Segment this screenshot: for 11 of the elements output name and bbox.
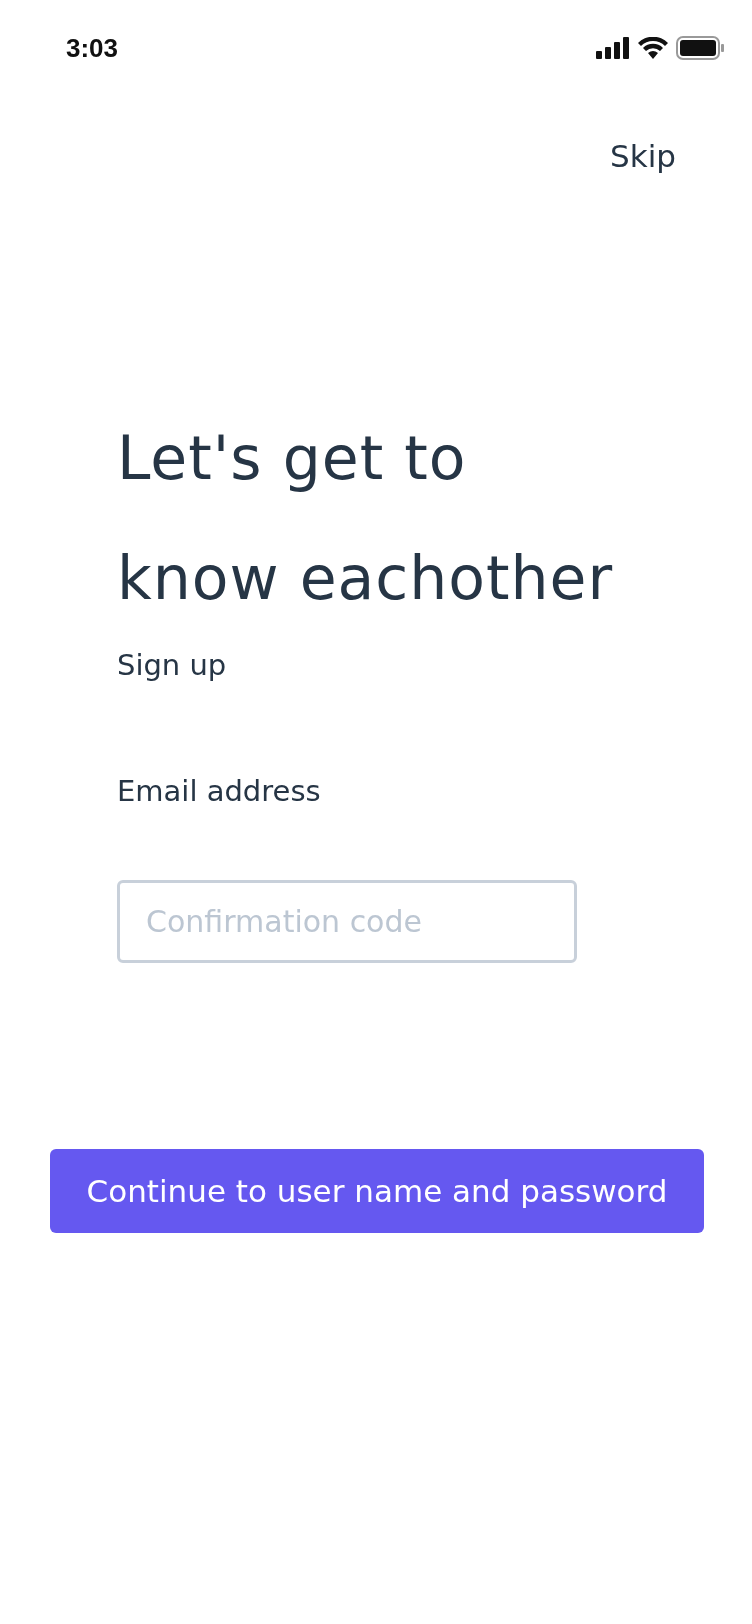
- skip-link[interactable]: Skip: [610, 138, 676, 174]
- subtitle: Sign up: [117, 648, 228, 682]
- confirmation-code-field[interactable]: Confirmation code: [117, 880, 577, 963]
- continue-button[interactable]: Continue to user name and password: [50, 1149, 704, 1233]
- status-time: 3:03: [66, 32, 119, 64]
- battery-icon: [676, 36, 724, 60]
- wifi-icon: [638, 37, 668, 59]
- heading: Let's get to: [117, 422, 468, 495]
- heading: know eachother: [117, 542, 615, 615]
- signal-icon: [596, 37, 630, 59]
- email-label: Email address: [117, 774, 322, 808]
